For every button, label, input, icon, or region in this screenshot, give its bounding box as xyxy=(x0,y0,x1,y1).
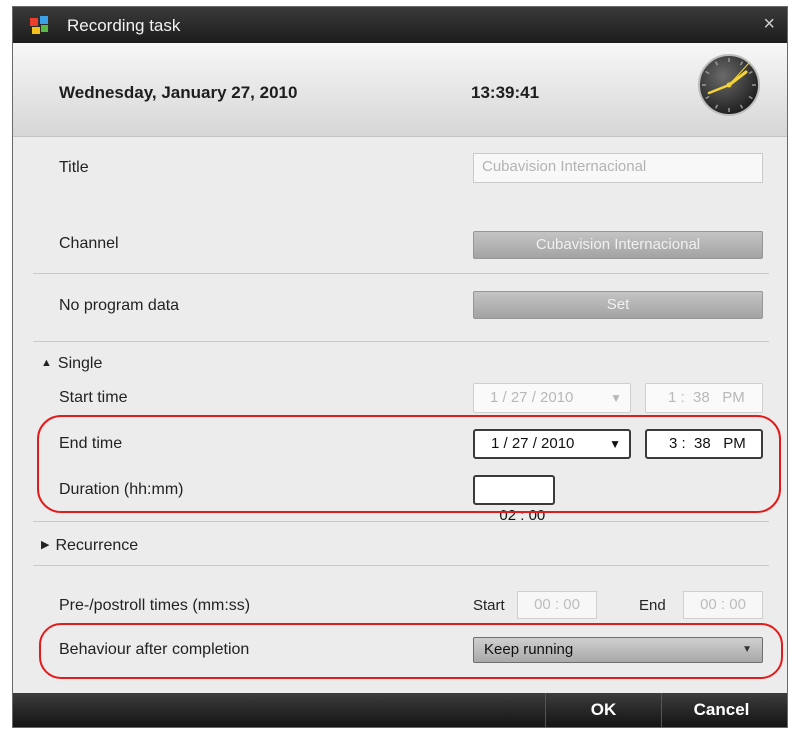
channel-label: Channel xyxy=(59,235,119,252)
program-data-label: No program data xyxy=(59,297,180,314)
current-date: Wednesday, January 27, 2010 xyxy=(59,83,298,102)
recurrence-section-label: Recurrence xyxy=(55,537,139,554)
start-time-field[interactable]: 1 : 38 PM xyxy=(645,383,763,413)
start-date-picker[interactable]: 1 / 27 / 2010 ▼ xyxy=(473,383,631,413)
recurrence-section-toggle[interactable]: ▶ Recurrence xyxy=(41,537,138,555)
single-section-label: Single xyxy=(57,355,103,372)
end-time-value: 3 : 38 PM xyxy=(669,435,746,452)
prepostroll-label: Pre-/postroll times (mm:ss) xyxy=(59,597,251,614)
divider xyxy=(33,341,769,342)
end-date-value: 1 / 27 / 2010 xyxy=(491,435,575,452)
postroll-end-label: End xyxy=(639,597,666,614)
preroll-start-label: Start xyxy=(473,597,505,614)
behaviour-select[interactable]: Keep running ▼ xyxy=(473,637,763,663)
close-icon[interactable]: × xyxy=(763,13,775,36)
clock-icon xyxy=(698,54,760,116)
recording-task-dialog: Recording task × Wednesday, January 27, … xyxy=(12,6,788,728)
title-label: Title xyxy=(59,159,89,176)
end-time-field[interactable]: 3 : 38 PM xyxy=(645,429,763,459)
chevron-down-icon: ▼ xyxy=(609,437,621,451)
triangle-down-icon: ▲ xyxy=(41,357,52,369)
start-date-value: 1 / 27 / 2010 xyxy=(490,389,574,406)
end-time-label: End time xyxy=(59,435,123,452)
divider xyxy=(33,273,769,274)
start-time-value: 1 : 38 PM xyxy=(668,389,745,406)
triangle-right-icon: ▶ xyxy=(41,539,50,551)
current-time: 13:39:41 xyxy=(471,83,540,102)
channel-button[interactable]: Cubavision Internacional xyxy=(473,231,763,259)
divider xyxy=(33,565,769,566)
postroll-end-field[interactable]: 00 : 00 xyxy=(683,591,763,619)
window-title: Recording task xyxy=(67,16,181,35)
preroll-start-field[interactable]: 00 : 00 xyxy=(517,591,597,619)
duration-label: Duration (hh:mm) xyxy=(59,481,184,498)
title-bar: Recording task × xyxy=(13,7,787,43)
app-logo-icon xyxy=(30,16,48,34)
end-date-picker[interactable]: 1 / 27 / 2010 ▼ xyxy=(473,429,631,459)
cancel-button[interactable]: Cancel xyxy=(661,693,781,727)
divider xyxy=(33,521,769,522)
title-input[interactable]: Cubavision Internacional xyxy=(473,153,763,183)
date-time-header: Wednesday, January 27, 2010 13:39:41 xyxy=(13,43,787,137)
set-button[interactable]: Set xyxy=(473,291,763,319)
start-time-label: Start time xyxy=(59,389,128,406)
duration-field[interactable]: 02 : 00 xyxy=(473,475,555,524)
single-section-toggle[interactable]: ▲ Single xyxy=(41,355,102,373)
behaviour-value: Keep running xyxy=(484,641,574,658)
ok-button[interactable]: OK xyxy=(545,693,661,727)
chevron-down-icon: ▼ xyxy=(742,644,752,655)
footer-bar: OK Cancel xyxy=(13,693,787,727)
chevron-down-icon: ▼ xyxy=(610,391,622,405)
behaviour-label: Behaviour after completion xyxy=(59,641,250,658)
